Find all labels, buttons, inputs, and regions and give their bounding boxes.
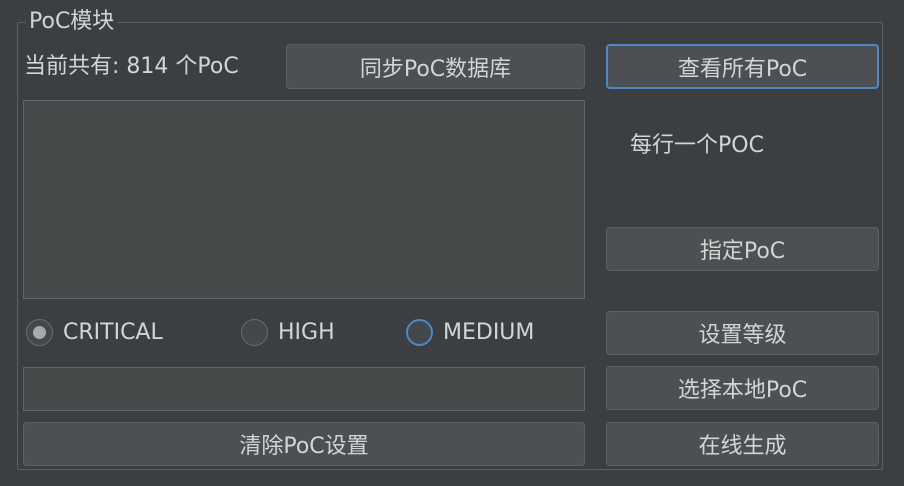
- view-all-poc-button[interactable]: 查看所有PoC: [606, 44, 879, 89]
- radio-critical[interactable]: CRITICAL: [26, 319, 163, 346]
- generate-online-button[interactable]: 在线生成: [606, 422, 879, 466]
- radio-medium-indicator[interactable]: [406, 319, 433, 346]
- radio-high[interactable]: HIGH: [241, 319, 335, 346]
- level-input-field[interactable]: [23, 367, 585, 411]
- radio-high-label: HIGH: [278, 320, 335, 345]
- poc-list-textarea[interactable]: [23, 100, 585, 299]
- radio-medium-label: MEDIUM: [443, 320, 535, 345]
- set-level-button[interactable]: 设置等级: [606, 311, 879, 355]
- radio-high-indicator[interactable]: [241, 319, 268, 346]
- radio-critical-label: CRITICAL: [63, 320, 163, 345]
- radio-medium[interactable]: MEDIUM: [406, 319, 534, 346]
- one-poc-per-line-hint: 每行一个POC: [630, 133, 764, 158]
- clear-poc-settings-button[interactable]: 清除PoC设置: [23, 422, 585, 466]
- specify-poc-button[interactable]: 指定PoC: [606, 227, 879, 271]
- sync-poc-db-button[interactable]: 同步PoC数据库: [286, 44, 585, 89]
- choose-local-poc-button[interactable]: 选择本地PoC: [606, 366, 879, 410]
- panel-title: PoC模块: [26, 8, 118, 36]
- radio-critical-indicator[interactable]: [26, 319, 53, 346]
- poc-count-label: 当前共有: 814 个PoC: [24, 54, 239, 79]
